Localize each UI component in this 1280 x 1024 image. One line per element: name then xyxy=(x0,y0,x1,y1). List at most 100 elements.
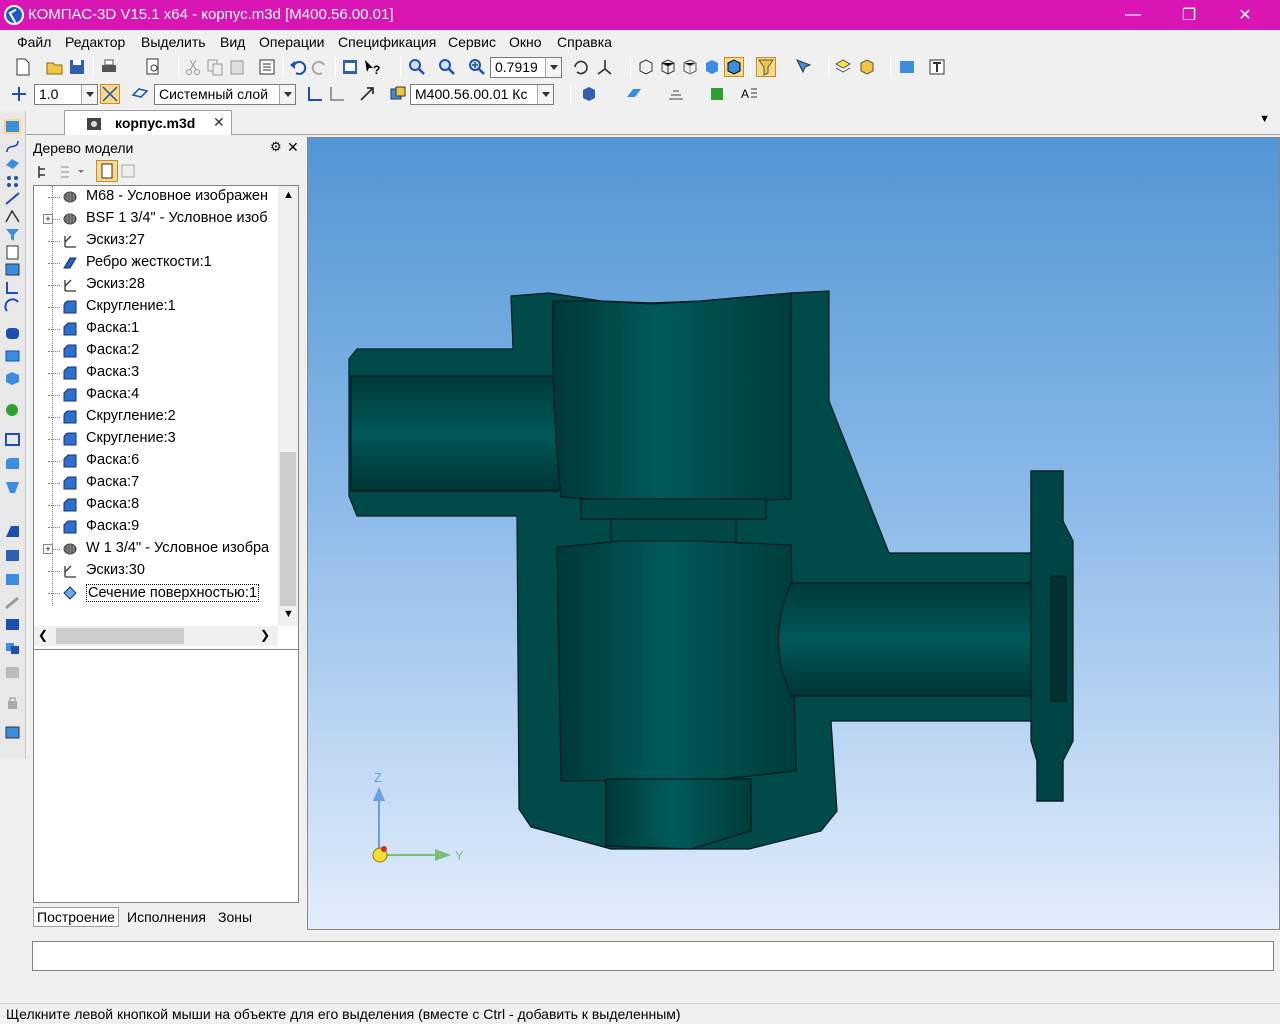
edit-parts-icon[interactable] xyxy=(4,119,21,134)
scroll-right-icon[interactable]: ❯ xyxy=(260,628,270,642)
menu-file[interactable]: Файл xyxy=(17,34,51,50)
pin-icon[interactable]: ⚙ xyxy=(270,139,282,155)
aux-geometry-icon[interactable] xyxy=(4,191,21,206)
report-icon[interactable] xyxy=(4,262,21,277)
expand-plus-icon[interactable]: + xyxy=(43,544,53,554)
surface-icon[interactable] xyxy=(4,156,21,171)
thread-tool-icon[interactable] xyxy=(4,596,21,611)
layer-icon[interactable] xyxy=(834,58,852,76)
view-mode-icon[interactable] xyxy=(580,85,598,103)
mirror-icon[interactable] xyxy=(4,572,21,587)
tree-structure-icon[interactable] xyxy=(36,164,52,180)
chevron-down-icon[interactable] xyxy=(545,58,561,77)
menu-edit[interactable]: Редактор xyxy=(65,34,125,50)
halftone-edges-icon[interactable] xyxy=(724,57,744,77)
zoom-combo[interactable]: 0.7919 xyxy=(490,57,562,78)
open-file-icon[interactable] xyxy=(46,58,64,76)
save-icon[interactable] xyxy=(68,58,86,76)
orientation-arrow-icon[interactable] xyxy=(358,85,376,103)
tabs-menu-chevron-icon[interactable]: ▼ xyxy=(1259,113,1270,125)
menu-select[interactable]: Выделить xyxy=(141,34,206,50)
menu-operations[interactable]: Операции xyxy=(259,34,325,50)
scroll-left-icon[interactable]: ❮ xyxy=(38,628,48,642)
tree-vertical-scrollbar[interactable]: ▲ ▼ xyxy=(278,186,298,626)
shell-icon[interactable] xyxy=(4,524,21,539)
model-render[interactable]: Z Y xyxy=(308,138,1280,930)
layer-combo[interactable]: Системный слой xyxy=(154,84,296,105)
local-coords-icon[interactable] xyxy=(306,85,324,103)
lighting-icon[interactable] xyxy=(667,85,685,103)
step-icon[interactable] xyxy=(10,85,28,103)
rotate-op-icon[interactable] xyxy=(4,348,21,363)
tree-view-mode-icon[interactable] xyxy=(58,164,86,180)
minimize-button[interactable]: — xyxy=(1110,0,1156,30)
coords-system-icon[interactable] xyxy=(328,85,346,103)
help-pointer-icon[interactable]: ? xyxy=(363,58,381,76)
print-icon[interactable] xyxy=(100,58,118,76)
3d-viewport[interactable]: Z Y xyxy=(307,137,1280,930)
print-preview-icon[interactable] xyxy=(144,58,162,76)
zoom-window-icon[interactable] xyxy=(408,58,426,76)
scroll-up-icon[interactable]: ▲ xyxy=(283,189,294,201)
thin-lines-icon[interactable] xyxy=(681,58,699,76)
array-icon[interactable] xyxy=(4,174,21,189)
curve-icon[interactable] xyxy=(4,139,21,154)
tree-details-icon[interactable] xyxy=(120,163,136,179)
params-icon[interactable] xyxy=(4,725,21,740)
close-tab-icon[interactable]: ✕ xyxy=(213,114,225,131)
extrude-icon[interactable] xyxy=(4,326,21,341)
paste-icon[interactable] xyxy=(228,58,246,76)
expand-plus-icon[interactable]: + xyxy=(43,214,53,224)
text-style-icon[interactable]: A xyxy=(740,85,758,103)
tab-zones[interactable]: Зоны xyxy=(218,909,252,925)
boolean-icon[interactable] xyxy=(4,641,21,656)
menu-specification[interactable]: Спецификация xyxy=(338,34,436,50)
select-elements-icon[interactable] xyxy=(795,58,813,76)
menu-view[interactable]: Вид xyxy=(220,34,245,50)
dimension-icon[interactable] xyxy=(4,209,21,224)
tree-filter-icon[interactable] xyxy=(96,160,118,182)
menu-window[interactable]: Окно xyxy=(509,34,542,50)
menu-help[interactable]: Справка xyxy=(557,34,612,50)
document-tab[interactable]: корпус.m3d ✕ xyxy=(64,110,232,135)
snap-icon[interactable] xyxy=(100,84,120,104)
color-icon[interactable] xyxy=(625,85,643,103)
section-tool-icon[interactable] xyxy=(4,617,21,632)
hscroll-thumb[interactable] xyxy=(56,628,184,644)
layer-state-icon[interactable] xyxy=(131,85,149,103)
cut-icon[interactable] xyxy=(184,58,202,76)
hole-icon[interactable] xyxy=(4,432,21,447)
measure-icon[interactable] xyxy=(928,58,946,76)
measure-tool-icon[interactable] xyxy=(4,298,21,313)
rib-tool-icon[interactable] xyxy=(4,548,21,563)
new-file-icon[interactable] xyxy=(14,58,32,76)
maximize-button[interactable]: ❐ xyxy=(1166,0,1212,30)
sketch-tool-icon[interactable] xyxy=(4,280,21,295)
copy-icon[interactable] xyxy=(206,58,224,76)
scroll-down-icon[interactable]: ▼ xyxy=(283,608,294,620)
command-line[interactable] xyxy=(32,941,1274,971)
redo-icon[interactable] xyxy=(311,58,329,76)
tab-versions[interactable]: Исполнения xyxy=(127,909,206,925)
fillet-tool-icon[interactable] xyxy=(4,456,21,471)
wireframe-icon[interactable] xyxy=(637,58,655,76)
kinematic-icon[interactable] xyxy=(4,370,21,385)
select-filter-icon[interactable] xyxy=(756,57,776,77)
scroll-thumb[interactable] xyxy=(280,452,296,606)
chevron-down-icon[interactable] xyxy=(537,85,553,104)
hidden-lines-icon[interactable] xyxy=(659,58,677,76)
rotate-icon[interactable] xyxy=(572,58,590,76)
manager-icon[interactable] xyxy=(341,58,359,76)
menu-service[interactable]: Сервис xyxy=(448,34,496,50)
properties-icon[interactable] xyxy=(258,58,276,76)
zoom-all-icon[interactable] xyxy=(438,58,456,76)
library-icon[interactable] xyxy=(898,58,916,76)
chamfer-tool-icon[interactable] xyxy=(4,480,21,495)
filter-icon[interactable] xyxy=(4,227,21,242)
tree-horizontal-scrollbar[interactable]: ❮ ❯ xyxy=(34,626,278,646)
spec-icon[interactable] xyxy=(4,245,21,260)
undo-icon[interactable] xyxy=(289,58,307,76)
chevron-down-icon[interactable] xyxy=(81,85,97,104)
split-icon[interactable] xyxy=(4,665,21,680)
chevron-down-icon[interactable] xyxy=(279,85,295,104)
